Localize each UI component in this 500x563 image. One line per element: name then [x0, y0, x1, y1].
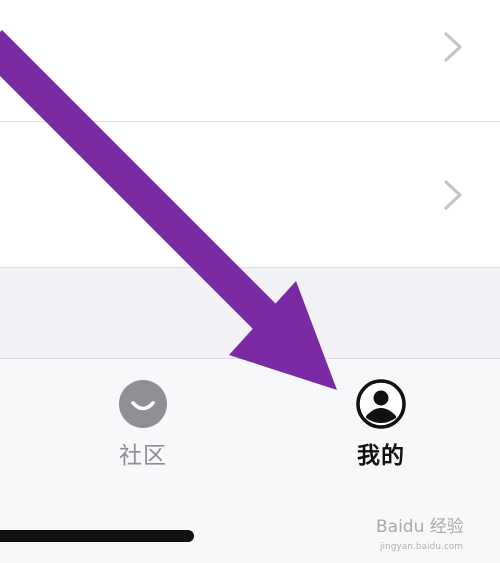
community-face-icon [119, 380, 167, 428]
home-indicator[interactable] [0, 530, 194, 542]
settings-list-row[interactable] [0, 0, 500, 122]
chevron-right-icon [444, 32, 462, 62]
svg-text:Baidu 经验: Baidu 经验 [376, 517, 464, 537]
profile-person-icon [356, 379, 406, 429]
section-separator [0, 268, 500, 359]
settings-list-row[interactable] [0, 122, 500, 268]
svg-text:jingyan.baidu.com: jingyan.baidu.com [379, 542, 463, 552]
tab-community[interactable]: 社区 [83, 378, 203, 478]
tab-mine-label: 我的 [357, 443, 405, 469]
tab-mine[interactable]: 我的 [321, 378, 441, 478]
tab-community-label: 社区 [119, 443, 167, 469]
baidu-jingyan-watermark: Baidu 经验 jingyan.baidu.com [376, 517, 464, 552]
chevron-right-icon [444, 180, 462, 210]
